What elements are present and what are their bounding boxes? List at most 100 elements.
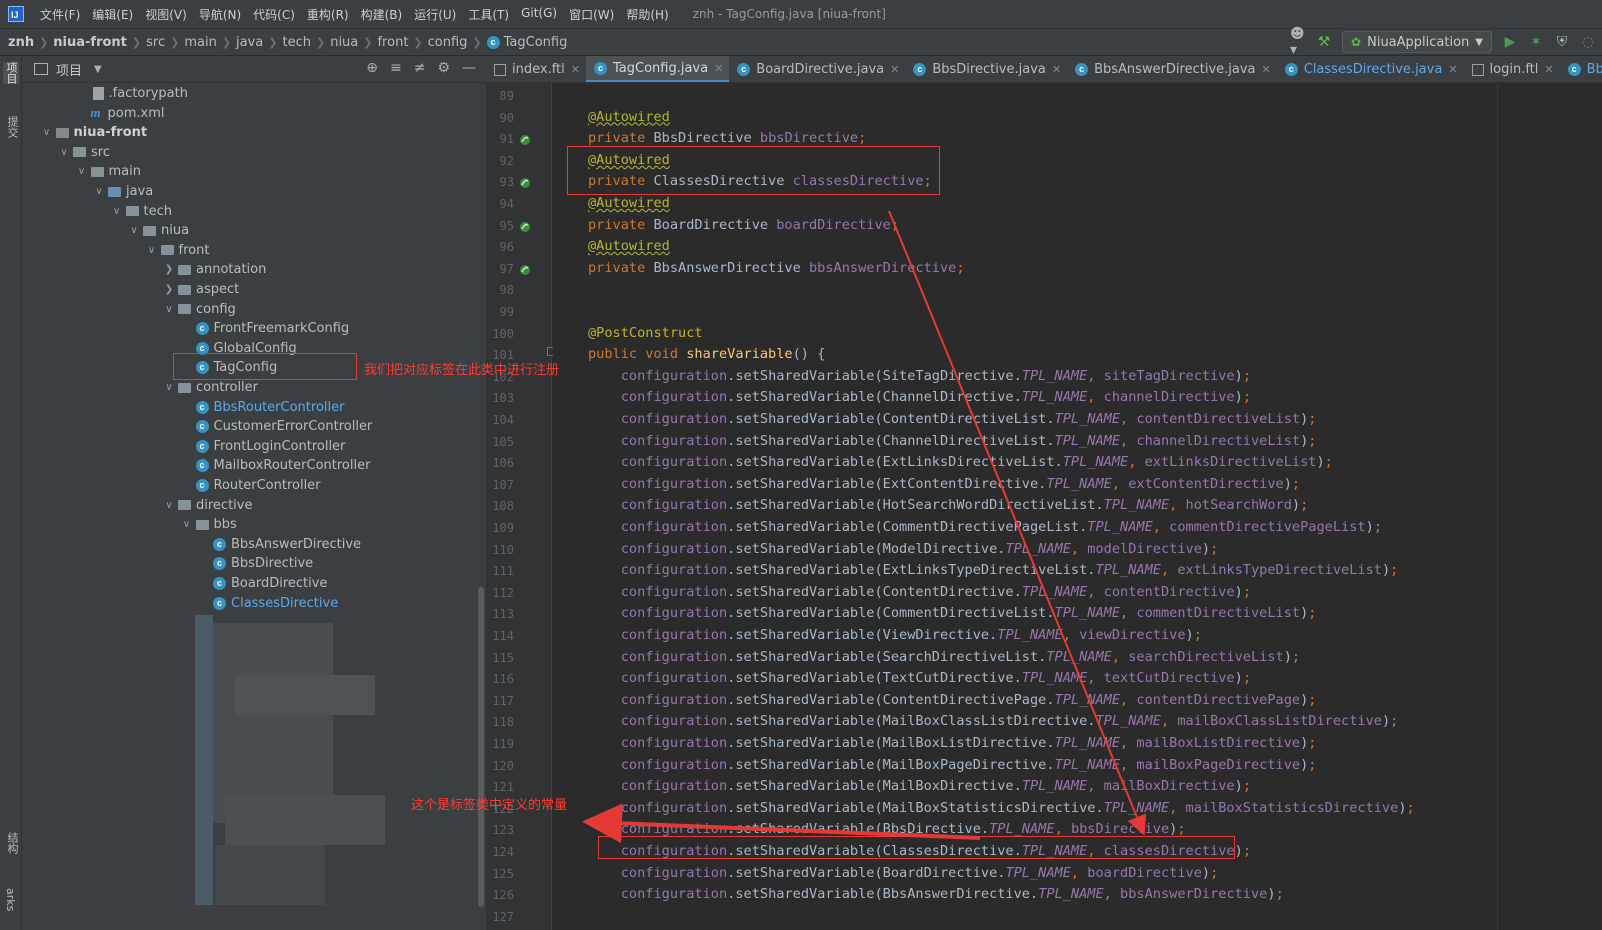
collapse-all-icon[interactable]: ≠ bbox=[414, 60, 426, 76]
menu-item[interactable]: 代码(C) bbox=[247, 6, 301, 23]
code-editor[interactable]: @Autowired private BbsDirective bbsDirect… bbox=[553, 83, 1497, 930]
profiler-icon[interactable]: ◌ bbox=[1580, 34, 1596, 50]
chevron-down-icon[interactable]: ∨ bbox=[145, 245, 159, 256]
expand-all-icon[interactable]: ≡ bbox=[390, 60, 402, 76]
chevron-down-icon[interactable]: ∨ bbox=[162, 382, 176, 393]
close-icon[interactable]: ✕ bbox=[890, 63, 899, 76]
tree-item[interactable]: c CustomerErrorController bbox=[22, 417, 486, 436]
breadcrumb-item[interactable]: niua bbox=[330, 35, 358, 50]
editor-tab[interactable]: index.ftl ✕ bbox=[486, 56, 586, 82]
breadcrumb-item[interactable]: c TagConfig bbox=[486, 35, 567, 50]
tree-item[interactable]: ∨ controller bbox=[22, 378, 486, 397]
close-icon[interactable]: ✕ bbox=[1448, 63, 1457, 76]
breadcrumb-item[interactable]: tech bbox=[283, 35, 311, 50]
spring-bean-icon[interactable] bbox=[519, 177, 531, 189]
bookmarks-tool-window-tab[interactable]: arks bbox=[4, 888, 17, 911]
spring-bean-icon[interactable] bbox=[519, 264, 531, 276]
project-tree-scrollbar[interactable] bbox=[478, 587, 484, 907]
chevron-down-icon[interactable]: ∨ bbox=[75, 166, 89, 177]
tree-item[interactable]: c BbsRouterController bbox=[22, 398, 486, 417]
chevron-down-icon[interactable]: ∨ bbox=[57, 147, 71, 158]
run-icon[interactable]: ▶ bbox=[1502, 34, 1518, 50]
close-icon[interactable]: ✕ bbox=[714, 62, 723, 75]
tree-item[interactable]: ∨ front bbox=[22, 241, 486, 260]
editor-tab[interactable]: c BoardDirective.java ✕ bbox=[729, 56, 905, 82]
menu-item[interactable]: 编辑(E) bbox=[86, 6, 139, 23]
menu-item[interactable]: 导航(N) bbox=[193, 6, 247, 23]
tree-item[interactable]: ∨ niua bbox=[22, 221, 486, 240]
menu-item[interactable]: 帮助(H) bbox=[620, 6, 674, 23]
hide-panel-icon[interactable]: — bbox=[462, 60, 476, 76]
editor-tab[interactable]: c TagConfig.java ✕ bbox=[585, 56, 730, 82]
menu-item[interactable]: 视图(V) bbox=[139, 6, 193, 23]
editor-tab[interactable]: login.ftl ✕ bbox=[1464, 56, 1560, 82]
chevron-down-icon[interactable]: ∨ bbox=[92, 186, 106, 197]
tree-item[interactable]: ∨ src bbox=[22, 143, 486, 162]
tree-item[interactable]: ∨ directive bbox=[22, 496, 486, 515]
spring-bean-icon[interactable] bbox=[519, 221, 531, 233]
structure-tool-window-tab[interactable]: 结构 bbox=[4, 832, 20, 854]
tree-item[interactable]: c BoardDirective bbox=[22, 574, 486, 593]
menu-item[interactable]: 运行(U) bbox=[408, 6, 462, 23]
tree-item[interactable]: ∨ main bbox=[22, 162, 486, 181]
breadcrumb-item[interactable]: front bbox=[377, 35, 408, 50]
editor-tab[interactable]: c BbsAnswerDirective.java ✕ bbox=[1067, 56, 1277, 82]
chevron-down-icon[interactable]: ∨ bbox=[162, 500, 176, 511]
tree-item[interactable]: ∨ java bbox=[22, 182, 486, 201]
tree-item[interactable]: c BbsAnswerDirective bbox=[22, 535, 486, 554]
editor-tab[interactable]: c ClassesDirective.java ✕ bbox=[1277, 56, 1464, 82]
chevron-down-icon[interactable]: ∨ bbox=[127, 225, 141, 236]
debug-icon[interactable]: ✶ bbox=[1528, 34, 1544, 50]
chevron-down-icon[interactable]: ∨ bbox=[162, 304, 176, 315]
menu-item[interactable]: 构建(B) bbox=[355, 6, 409, 23]
breadcrumb-item[interactable]: niua-front bbox=[53, 35, 127, 50]
commit-tool-window-tab[interactable]: 提交 bbox=[4, 116, 20, 138]
breadcrumb-item[interactable]: src bbox=[146, 35, 165, 50]
coverage-icon[interactable]: ⛨ bbox=[1554, 34, 1570, 50]
chevron-down-icon[interactable]: ∨ bbox=[110, 206, 124, 217]
menu-item[interactable]: 工具(T) bbox=[462, 6, 515, 23]
editor-tab[interactable]: c BbsDirective.java ✕ bbox=[905, 56, 1067, 82]
breadcrumb-item[interactable]: config bbox=[428, 35, 468, 50]
tree-item[interactable]: .factorypath bbox=[22, 84, 486, 103]
menu-item[interactable]: 重构(R) bbox=[301, 6, 355, 23]
run-configuration-select[interactable]: ✿ NiuaApplication ▼ bbox=[1342, 31, 1492, 53]
tree-item[interactable]: c FrontFreemarkConfig bbox=[22, 319, 486, 338]
gear-icon[interactable]: ⚙ bbox=[437, 60, 450, 76]
tree-item[interactable]: c RouterController bbox=[22, 476, 486, 495]
tree-item[interactable]: ∨ niua-front bbox=[22, 123, 486, 142]
close-icon[interactable]: ✕ bbox=[1262, 63, 1271, 76]
tree-item[interactable]: m pom.xml bbox=[22, 104, 486, 123]
tree-item[interactable]: ❯ aspect bbox=[22, 280, 486, 299]
close-icon[interactable]: ✕ bbox=[571, 63, 580, 76]
chevron-down-icon[interactable]: ∨ bbox=[180, 519, 194, 530]
breadcrumb-item[interactable]: znh bbox=[8, 35, 34, 50]
locate-file-icon[interactable]: ⊕ bbox=[366, 60, 378, 76]
chevron-down-icon[interactable]: ∨ bbox=[40, 127, 54, 138]
chevron-right-icon[interactable]: ❯ bbox=[162, 284, 176, 295]
close-icon[interactable]: ✕ bbox=[1544, 63, 1553, 76]
tree-item[interactable]: ∨ config bbox=[22, 300, 486, 319]
editor-tab[interactable]: c BbsRouterCont bbox=[1560, 56, 1602, 82]
menu-item[interactable]: Git(G) bbox=[515, 6, 563, 23]
chevron-down-icon[interactable]: ▼ bbox=[94, 64, 102, 75]
tree-item[interactable]: c MailboxRouterController bbox=[22, 456, 486, 475]
line-number: 111 bbox=[492, 564, 514, 579]
tree-item[interactable]: ∨ bbs bbox=[22, 515, 486, 534]
project-panel-title[interactable]: 项目 bbox=[56, 60, 82, 79]
user-icon[interactable]: ☻▾ bbox=[1290, 26, 1306, 58]
tree-item[interactable]: c ClassesDirective bbox=[22, 594, 486, 613]
breadcrumb-item[interactable]: java bbox=[236, 35, 263, 50]
tree-item[interactable]: c BbsDirective bbox=[22, 554, 486, 573]
tree-item[interactable]: ∨ tech bbox=[22, 202, 486, 221]
project-tool-window-tab[interactable]: 项目 bbox=[3, 62, 19, 84]
tree-item[interactable]: ❯ annotation bbox=[22, 260, 486, 279]
tree-item[interactable]: c FrontLoginController bbox=[22, 437, 486, 456]
close-icon[interactable]: ✕ bbox=[1052, 63, 1061, 76]
menu-item[interactable]: 窗口(W) bbox=[563, 6, 620, 23]
menu-item[interactable]: 文件(F) bbox=[34, 6, 86, 23]
build-hammer-icon[interactable]: ⚒ bbox=[1316, 34, 1332, 50]
breadcrumb-item[interactable]: main bbox=[184, 35, 216, 50]
spring-bean-icon[interactable] bbox=[519, 134, 531, 146]
chevron-right-icon[interactable]: ❯ bbox=[162, 264, 176, 275]
